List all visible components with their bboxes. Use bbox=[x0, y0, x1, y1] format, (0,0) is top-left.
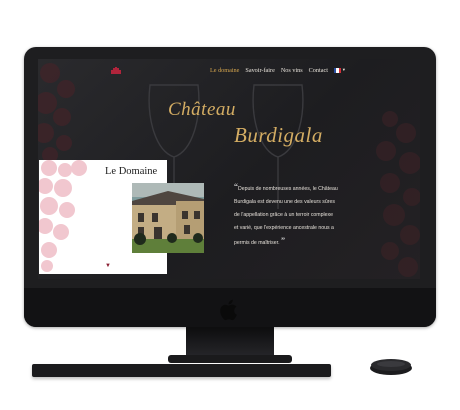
chevron-down-icon[interactable]: ▼ bbox=[105, 263, 111, 269]
pink-grape-decoration bbox=[39, 160, 87, 272]
chateau-photo bbox=[132, 183, 204, 253]
nav-link-contact[interactable]: Contact bbox=[309, 67, 328, 74]
language-selector[interactable]: ▼ bbox=[333, 67, 346, 74]
monitor-stand-base bbox=[168, 355, 292, 363]
chateau-logo-icon[interactable] bbox=[110, 66, 122, 75]
quote-text: Depuis de nombreuses années, le Château … bbox=[234, 186, 338, 246]
nav-link-savoir-faire[interactable]: Savoir-faire bbox=[245, 67, 274, 74]
monitor-stand bbox=[186, 327, 274, 357]
keyboard bbox=[32, 364, 331, 377]
chevron-down-icon: ▼ bbox=[341, 67, 346, 72]
close-quote-mark: ” bbox=[281, 236, 286, 246]
nav-link-le-domaine[interactable]: Le domaine bbox=[210, 67, 239, 74]
apple-logo-icon bbox=[220, 299, 237, 321]
french-flag-icon bbox=[333, 68, 341, 73]
main-navigation: Le domaine Savoir-faire Nos vins Contact… bbox=[210, 67, 346, 74]
domaine-quote: “Depuis de nombreuses années, le Château… bbox=[234, 181, 338, 250]
mouse bbox=[370, 359, 412, 375]
nav-link-nos-vins[interactable]: Nos vins bbox=[281, 67, 303, 74]
website-screen: Le domaine Savoir-faire Nos vins Contact… bbox=[38, 59, 420, 279]
domaine-title: Le Domaine bbox=[105, 166, 158, 177]
hero-title-line2: Burdigala bbox=[234, 123, 323, 147]
hero-title-line1: Château bbox=[168, 99, 236, 120]
